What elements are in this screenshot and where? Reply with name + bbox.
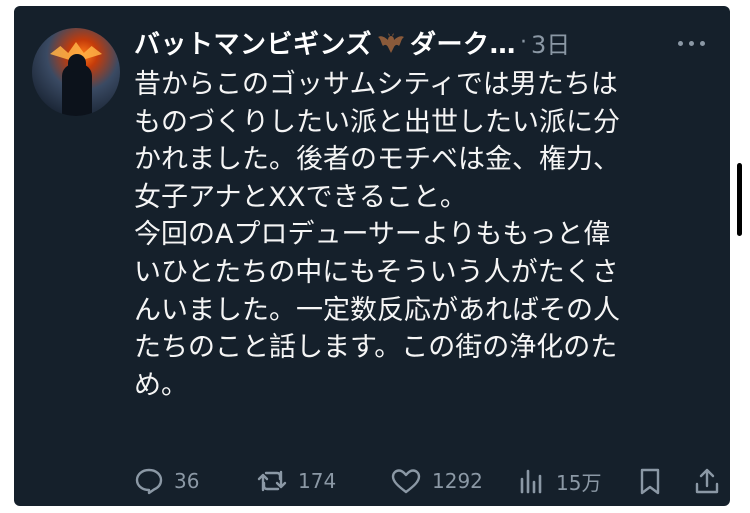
post-header: バットマンビギンズ ダーク… · 3日: [134, 22, 570, 62]
bat-emoji-icon: [376, 27, 406, 57]
post-text-line: 今回のAプロデューサーよりももっと偉: [134, 219, 611, 251]
post-text: 昔からこのゴッサムシティでは男たちは ものづくりしたい派と出世したい派に分 かれ…: [134, 66, 714, 404]
share-upload-icon: [695, 468, 719, 494]
post-text-line: かれました。後者のモチベは金、権力、: [134, 144, 620, 176]
post-timestamp[interactable]: 3日: [531, 25, 570, 60]
heart-icon: [391, 469, 421, 494]
post-card: バットマンビギンズ ダーク… · 3日 昔からこのゴッサムシティでは男たちは も…: [14, 6, 730, 506]
more-dots-icon: [689, 41, 694, 46]
bookmark-icon: [640, 468, 660, 495]
batman-figure-graphic: [62, 54, 92, 116]
post-text-line: 昔からこのゴッサムシティでは男たちは: [134, 69, 618, 100]
avatar[interactable]: [32, 28, 120, 116]
reply-button[interactable]: 36: [134, 464, 199, 498]
speech-bubble-icon: [135, 468, 163, 495]
repost-count: 174: [298, 469, 337, 493]
views-button[interactable]: 15万: [518, 464, 601, 498]
like-count: 1292: [432, 469, 483, 493]
author-name[interactable]: バットマンビギンズ: [134, 24, 372, 61]
share-button[interactable]: [692, 464, 732, 498]
post-text-line: たちのこと話します。この街の浄化のた: [134, 332, 618, 364]
post-text-line: ものづくりしたい派と出世したい派に分: [134, 106, 620, 138]
more-dots-icon: [700, 41, 705, 46]
repost-arrows-icon: [257, 470, 287, 492]
post-text-line: んいました。一定数反応があればその人: [134, 294, 620, 326]
post-text-line: 女子アナとXXできること。: [134, 181, 467, 213]
author-name-suffix[interactable]: ダーク…: [410, 24, 516, 61]
view-count: 15万: [556, 470, 602, 495]
repost-button[interactable]: 174: [256, 464, 336, 498]
action-bar: 36 174 1292 15万: [134, 464, 724, 498]
scrollbar[interactable]: [737, 163, 742, 236]
reply-count: 36: [174, 469, 200, 493]
bookmark-button[interactable]: [636, 464, 674, 498]
bar-chart-icon: [520, 469, 542, 494]
like-button[interactable]: 1292: [390, 464, 483, 498]
post-text-line: いひとたちの中にもそういう人がたくさ: [134, 256, 619, 288]
header-separator: ·: [520, 29, 527, 55]
more-options-button[interactable]: [674, 34, 710, 54]
post-text-line: め。: [134, 369, 188, 401]
more-dots-icon: [678, 41, 683, 46]
